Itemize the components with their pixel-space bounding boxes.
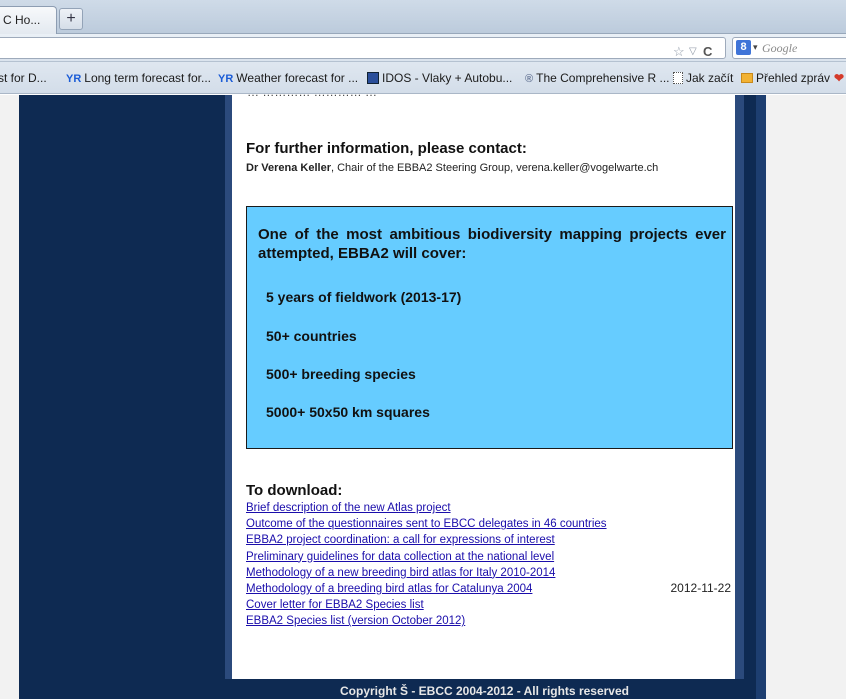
main-content: … ………… ………… … For further information, p… bbox=[232, 85, 735, 679]
download-link[interactable]: EBBA2 project coordination: a call for e… bbox=[246, 534, 555, 546]
addon-icon[interactable]: ❤ bbox=[834, 71, 844, 85]
highlight-box: One of the most ambitious biodiversity m… bbox=[246, 206, 733, 449]
bookmark-item[interactable]: ® The Comprehensive R ... bbox=[525, 71, 670, 85]
book-icon bbox=[367, 72, 379, 84]
tab-bar: C Ho... + bbox=[0, 0, 846, 34]
yr-icon: YR bbox=[66, 73, 82, 85]
right-sidebar-background bbox=[744, 95, 756, 699]
right-sidebar-edge bbox=[756, 95, 766, 699]
list-item: EBBA2 project coordination: a call for e… bbox=[246, 532, 607, 548]
folder-icon bbox=[741, 73, 753, 83]
cut-off-text: … ………… ………… … bbox=[247, 85, 378, 99]
bookmark-item[interactable]: st for D... bbox=[0, 71, 47, 85]
download-heading: To download: bbox=[246, 482, 343, 499]
history-dropdown-icon[interactable]: ▽ bbox=[689, 45, 697, 59]
web-page: … ………… ………… … For further information, p… bbox=[0, 85, 846, 699]
download-link[interactable]: Outcome of the questionnaires sent to EB… bbox=[246, 518, 607, 530]
copyright-footer: Copyright Š - EBCC 2004-2012 - All right… bbox=[225, 679, 744, 699]
r-icon: ® bbox=[525, 73, 534, 85]
download-link[interactable]: EBBA2 Species list (version October 2012… bbox=[246, 615, 465, 627]
bookmark-item[interactable]: YR Weather forecast for ... bbox=[218, 71, 358, 85]
download-link[interactable]: Preliminary guidelines for data collecti… bbox=[246, 551, 554, 563]
content-border-right bbox=[735, 95, 744, 699]
list-item: Preliminary guidelines for data collecti… bbox=[246, 549, 607, 565]
bookmark-item[interactable]: IDOS - Vlaky + Autobu... bbox=[367, 71, 512, 85]
search-box[interactable]: 8 ▾ Google bbox=[732, 37, 846, 59]
download-link[interactable]: Brief description of the new Atlas proje… bbox=[246, 502, 451, 514]
bookmark-item[interactable]: YR Long term forecast for... bbox=[66, 71, 211, 85]
url-bar[interactable]: ☆ ▽ C bbox=[0, 37, 726, 59]
content-border-left bbox=[225, 95, 232, 699]
tab-title: C Ho... bbox=[3, 13, 41, 27]
download-list: Brief description of the new Atlas proje… bbox=[246, 500, 607, 630]
bookmark-item[interactable]: Přehled zpráv bbox=[741, 71, 830, 85]
new-tab-button[interactable]: + bbox=[59, 8, 83, 30]
yr-icon: YR bbox=[218, 73, 234, 85]
contact-role-email: , Chair of the EBBA2 Steering Group, ver… bbox=[331, 162, 659, 174]
list-item: Brief description of the new Atlas proje… bbox=[246, 500, 607, 516]
list-item: Methodology of a breeding bird atlas for… bbox=[246, 581, 607, 597]
highlight-intro: One of the most ambitious biodiversity m… bbox=[258, 226, 726, 262]
update-date: 2012-11-22 bbox=[670, 581, 732, 595]
list-item: Methodology of a new breeding bird atlas… bbox=[246, 565, 607, 581]
fact-item: 5000+ 50x50 km squares bbox=[266, 404, 430, 420]
fact-item: 5 years of fieldwork (2013-17) bbox=[266, 289, 462, 305]
navigation-bar: ☆ ▽ C 8 ▾ Google bbox=[0, 34, 846, 62]
page-icon bbox=[673, 72, 683, 84]
bookmark-star-icon[interactable]: ☆ bbox=[673, 45, 685, 59]
search-engine-dropdown-icon[interactable]: ▾ bbox=[753, 42, 758, 53]
download-link[interactable]: Methodology of a new breeding bird atlas… bbox=[246, 567, 555, 579]
browser-tab[interactable]: C Ho... bbox=[0, 6, 57, 34]
reload-icon[interactable]: C bbox=[703, 45, 712, 59]
download-link[interactable]: Methodology of a breeding bird atlas for… bbox=[246, 583, 532, 595]
search-engine-icon[interactable]: 8 bbox=[736, 40, 751, 55]
bookmarks-bar: st for D... YR Long term forecast for... … bbox=[0, 62, 846, 94]
contact-name: Dr Verena Keller bbox=[246, 162, 331, 174]
fact-item: 50+ countries bbox=[266, 328, 357, 344]
bookmark-item[interactable]: Jak začít bbox=[673, 71, 733, 85]
download-link[interactable]: Cover letter for EBBA2 Species list bbox=[246, 599, 424, 611]
left-sidebar-background bbox=[19, 95, 225, 699]
fact-item: 500+ breeding species bbox=[266, 366, 416, 382]
list-item: Cover letter for EBBA2 Species list bbox=[246, 597, 607, 613]
contact-heading: For further information, please contact: bbox=[246, 140, 527, 157]
search-placeholder: Google bbox=[762, 41, 798, 55]
list-item: Outcome of the questionnaires sent to EB… bbox=[246, 516, 607, 532]
contact-details: Dr Verena Keller, Chair of the EBBA2 Ste… bbox=[246, 162, 658, 174]
list-item: EBBA2 Species list (version October 2012… bbox=[246, 613, 607, 629]
